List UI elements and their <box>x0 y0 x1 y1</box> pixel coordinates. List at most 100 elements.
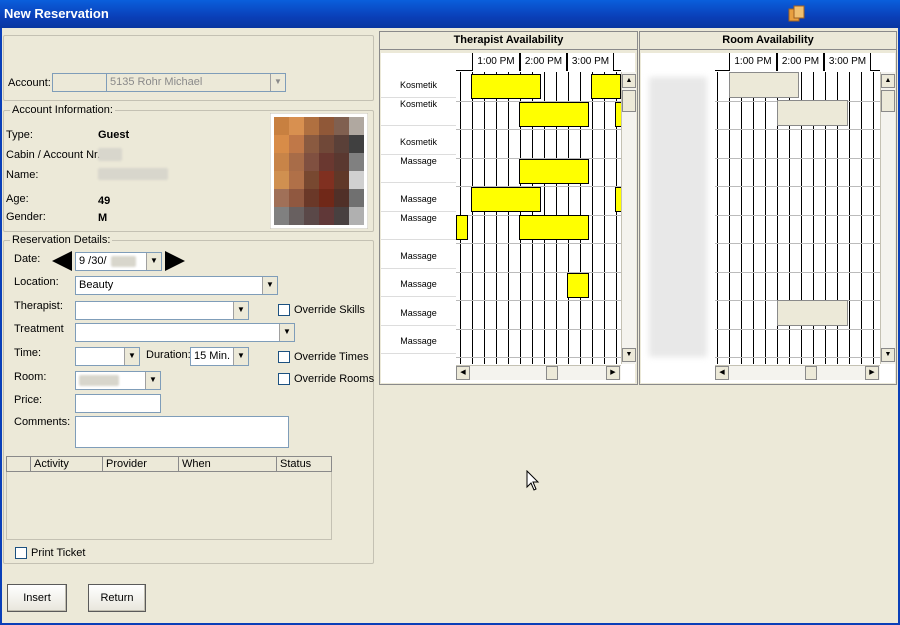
chevron-down-icon[interactable]: ▼ <box>233 302 248 319</box>
therapist-row-label: Kosmetik <box>381 100 456 126</box>
title-bar[interactable]: New Reservation <box>0 0 900 28</box>
scroll-down-icon[interactable]: ▼ <box>622 348 636 362</box>
grid-line <box>496 72 497 364</box>
grid-line <box>861 72 862 364</box>
therapist-grid[interactable]: 1:00 PM 2:00 PM 3:00 PM Kosmetik Kosmeti… <box>381 53 636 383</box>
chevron-down-icon[interactable]: ▼ <box>233 348 248 365</box>
room-row-labels-redacted <box>649 77 707 357</box>
room-schedule-cells[interactable] <box>715 72 880 364</box>
therapist-row-label: Kosmetik <box>381 72 456 98</box>
grid-line <box>715 129 880 130</box>
therapist-row-label: Massage <box>381 271 456 297</box>
therapist-vertical-scrollbar[interactable]: ▲ ▼ <box>621 72 636 364</box>
account-label: Account: <box>8 77 51 89</box>
print-ticket-checkbox[interactable] <box>15 547 27 559</box>
room-select[interactable]: ▼ <box>75 371 161 390</box>
override-skills-checkbox[interactable] <box>278 304 290 316</box>
next-date-arrow-icon[interactable] <box>165 251 185 271</box>
grid-line <box>592 72 593 364</box>
scroll-thumb[interactable] <box>881 90 895 112</box>
grid-line <box>741 72 742 364</box>
grid-line <box>456 300 621 301</box>
booked-slot[interactable] <box>519 102 589 127</box>
gender-label: Gender: <box>6 211 46 223</box>
price-input[interactable] <box>75 394 161 413</box>
activity-table-body[interactable] <box>6 472 332 540</box>
chevron-down-icon[interactable]: ▼ <box>262 277 277 294</box>
booked-slot[interactable] <box>777 300 848 326</box>
column-header-status[interactable]: Status <box>276 456 332 472</box>
activity-table-header: Activity Provider When Status <box>6 456 332 472</box>
scroll-down-icon[interactable]: ▼ <box>881 348 895 362</box>
account-select[interactable]: 5135 Rohr Michael ▼ <box>106 73 286 92</box>
previous-date-arrow-icon[interactable] <box>52 251 72 271</box>
grid-line <box>715 157 880 159</box>
scroll-up-icon[interactable]: ▲ <box>622 74 636 88</box>
scroll-thumb[interactable] <box>546 366 558 380</box>
therapist-schedule-cells[interactable] <box>456 72 621 364</box>
column-header-when[interactable]: When <box>178 456 277 472</box>
chevron-down-icon[interactable]: ▼ <box>270 74 285 91</box>
grid-line <box>715 271 880 273</box>
booked-slot[interactable] <box>456 215 468 240</box>
grid-line <box>456 328 621 330</box>
comments-textarea[interactable] <box>75 416 289 448</box>
time-select[interactable]: ▼ <box>75 347 140 366</box>
room-time-header: 1:00 PM 2:00 PM 3:00 PM <box>715 53 880 71</box>
scroll-thumb[interactable] <box>622 90 636 112</box>
booked-slot[interactable] <box>729 72 799 98</box>
scroll-left-icon[interactable]: ◀ <box>715 366 729 380</box>
chevron-down-icon[interactable]: ▼ <box>146 253 161 270</box>
location-value: Beauty <box>79 279 114 291</box>
time-label: Time: <box>14 347 42 359</box>
column-header-provider[interactable]: Provider <box>102 456 179 472</box>
location-select[interactable]: Beauty ▼ <box>75 276 278 295</box>
scroll-right-icon[interactable]: ▶ <box>606 366 620 380</box>
booked-slot[interactable] <box>471 187 541 212</box>
date-picker[interactable]: 9 /30/ ▼ <box>75 252 162 271</box>
booked-slot[interactable] <box>591 74 621 99</box>
scroll-right-icon[interactable]: ▶ <box>865 366 879 380</box>
chevron-down-icon[interactable]: ▼ <box>279 324 294 341</box>
room-availability-panel: Room Availability 1:00 PM 2:00 PM 3:00 P… <box>639 31 897 385</box>
room-vertical-scrollbar[interactable]: ▲ ▼ <box>880 72 895 364</box>
duration-select[interactable]: 15 Min. ▼ <box>190 347 249 366</box>
override-times-checkbox[interactable] <box>278 351 290 363</box>
therapist-select[interactable]: ▼ <box>75 301 249 320</box>
override-rooms-checkbox[interactable] <box>278 373 290 385</box>
room-label: Room: <box>14 371 47 383</box>
booked-slot[interactable] <box>567 273 589 298</box>
override-skills-label: Override Skills <box>294 304 365 316</box>
account-info-title: Account Information: <box>10 104 115 116</box>
therapist-horizontal-scrollbar[interactable]: ◀ ▶ <box>456 365 621 380</box>
booked-slot[interactable] <box>519 159 589 184</box>
grid-line <box>849 72 850 364</box>
return-button[interactable]: Return <box>88 584 146 612</box>
column-header-activity[interactable]: Activity <box>30 456 103 472</box>
activity-table: Activity Provider When Status <box>6 456 332 472</box>
duration-value: 15 Min. <box>194 350 231 362</box>
account-value: 5135 Rohr Michael <box>110 76 203 88</box>
cabin-label: Cabin / Account Nr.: <box>6 149 104 161</box>
scroll-left-icon[interactable]: ◀ <box>456 366 470 380</box>
booked-slot[interactable] <box>777 100 848 126</box>
account-number-field[interactable] <box>52 73 107 92</box>
room-horizontal-scrollbar[interactable]: ◀ ▶ <box>715 365 880 380</box>
grid-line <box>765 72 766 364</box>
time-header-cell: 2:00 PM <box>777 53 824 71</box>
grid-line <box>456 129 621 130</box>
treatment-select[interactable]: ▼ <box>75 323 295 342</box>
grid-line <box>715 186 880 187</box>
booked-slot[interactable] <box>471 74 541 99</box>
scroll-thumb[interactable] <box>805 366 817 380</box>
scroll-up-icon[interactable]: ▲ <box>881 74 895 88</box>
gender-value: M <box>98 212 108 224</box>
date-value: 9 /30/ <box>79 255 107 267</box>
chevron-down-icon[interactable]: ▼ <box>124 348 139 365</box>
chevron-down-icon[interactable]: ▼ <box>145 372 160 389</box>
therapist-row-label: Massage <box>381 157 456 183</box>
insert-button[interactable]: Insert <box>7 584 67 612</box>
therapist-row-label: Kosmetik <box>381 129 456 155</box>
booked-slot[interactable] <box>519 215 589 240</box>
room-grid[interactable]: 1:00 PM 2:00 PM 3:00 PM ▲ ▼ ◀ ▶ <box>641 53 895 383</box>
